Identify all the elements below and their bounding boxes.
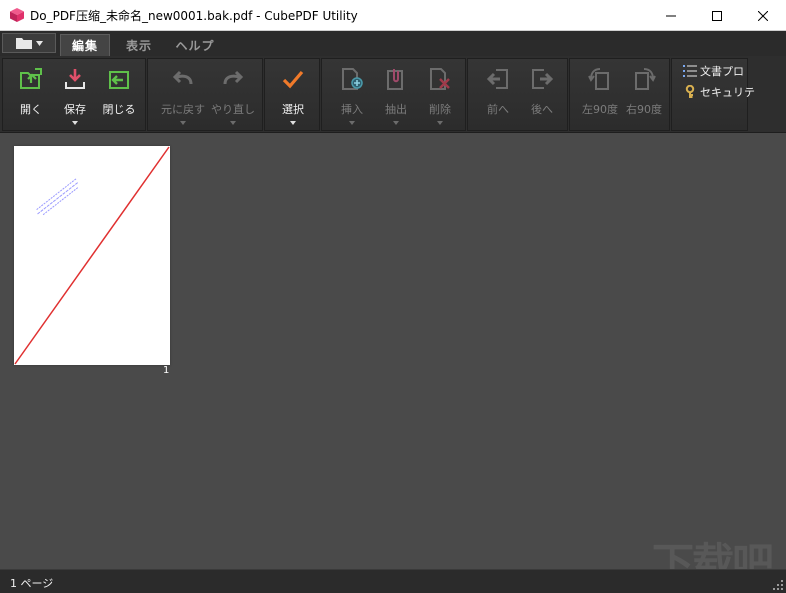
ribbon-tab-strip: 編集 表示 ヘルプ: [0, 31, 786, 56]
rotate-right-button[interactable]: 右90度: [622, 63, 666, 129]
move-group: 前へ 後へ: [467, 58, 568, 131]
close-file-label: 閉じる: [102, 103, 136, 116]
delete-label: 削除: [429, 103, 451, 116]
select-label: 選択: [282, 103, 304, 116]
redo-dropdown-arrow[interactable]: [230, 121, 236, 125]
history-group: 元に戻す やり直し: [147, 58, 263, 131]
resize-grip-icon[interactable]: [773, 580, 783, 590]
page-thumbnail-area[interactable]: 1 下载吧: [0, 134, 786, 588]
save-dropdown-arrow[interactable]: [72, 121, 78, 125]
extract-page-icon: [387, 69, 403, 90]
undo-icon: [172, 70, 193, 85]
minimize-icon: [666, 15, 676, 16]
close-button[interactable]: [740, 0, 786, 31]
rotate-left-button[interactable]: 左90度: [578, 63, 622, 129]
delete-page-icon: [430, 68, 450, 90]
extract-button[interactable]: 抽出: [374, 63, 418, 129]
file-group: 開く 保存 閉じる: [2, 58, 146, 131]
chevron-down-icon: [35, 40, 43, 46]
rotate-group: 左90度 右90度: [569, 58, 670, 131]
maximize-button[interactable]: [694, 0, 740, 31]
redo-icon: [223, 70, 244, 85]
key-icon: [685, 85, 695, 98]
minimize-button[interactable]: [648, 0, 694, 31]
rotate-right-label: 右90度: [626, 103, 662, 116]
select-button[interactable]: 選択: [271, 63, 315, 129]
undo-button[interactable]: 元に戻す: [161, 63, 205, 129]
security-label: セキュリテ: [700, 86, 755, 99]
undo-dropdown-arrow[interactable]: [180, 121, 186, 125]
file-menu-button[interactable]: [2, 33, 56, 53]
redo-label: やり直し: [211, 103, 255, 116]
thumbnail-watermark-text: [36, 178, 79, 216]
cubepdf-app-icon: [10, 8, 24, 22]
move-previous-icon: [486, 69, 508, 89]
save-icon: [65, 69, 85, 89]
page-thumbnail[interactable]: [14, 146, 170, 365]
folder-icon: [15, 38, 32, 49]
delete-dropdown-arrow[interactable]: [437, 121, 443, 125]
list-icon: [683, 65, 697, 77]
tab-help[interactable]: ヘルプ: [168, 34, 222, 56]
page-count-status: 1 ページ: [10, 577, 54, 590]
close-file-icon: [109, 71, 129, 89]
close-file-button[interactable]: 閉じる: [97, 63, 141, 129]
delete-button[interactable]: 削除: [418, 63, 462, 129]
page-number-label: 1: [163, 365, 170, 376]
tab-view[interactable]: 表示: [114, 34, 164, 56]
select-dropdown-arrow[interactable]: [290, 121, 296, 125]
window-title: Do_PDF压缩_未命名_new0001.bak.pdf - CubePDF U…: [30, 9, 358, 23]
ribbon: 開く 保存 閉じる 元に戻す やり直し 選択 挿入 抽出 削除 前へ 後へ 左9…: [0, 56, 786, 133]
open-button[interactable]: 開く: [9, 63, 53, 129]
open-icon: [20, 68, 42, 89]
rotate-left-icon: [588, 68, 609, 90]
move-next-label: 後へ: [531, 103, 553, 116]
select-group: 選択: [264, 58, 320, 131]
close-icon: [758, 10, 768, 21]
title-bar: Do_PDF压缩_未命名_new0001.bak.pdf - CubePDF U…: [0, 0, 786, 31]
tab-edit[interactable]: 編集: [60, 34, 110, 56]
extract-dropdown-arrow[interactable]: [393, 121, 399, 125]
save-button[interactable]: 保存: [53, 63, 97, 129]
insert-page-icon: [342, 68, 363, 90]
redo-button[interactable]: やり直し: [211, 63, 255, 129]
move-next-icon: [532, 69, 554, 89]
security-button[interactable]: セキュリテ: [683, 83, 755, 101]
status-bar: 1 ページ: [0, 569, 786, 593]
insert-button[interactable]: 挿入: [330, 63, 374, 129]
move-next-button[interactable]: 後へ: [520, 63, 564, 129]
insert-dropdown-arrow[interactable]: [349, 121, 355, 125]
rotate-right-icon: [635, 68, 656, 90]
checkmark-icon: [282, 70, 304, 89]
metadata-button[interactable]: 文書プロ: [683, 62, 744, 80]
page-operations-group: 挿入 抽出 削除: [321, 58, 466, 131]
move-prev-button[interactable]: 前へ: [476, 63, 520, 129]
metadata-label: 文書プロ: [700, 65, 744, 78]
undo-label: 元に戻す: [161, 103, 205, 116]
maximize-icon: [712, 10, 722, 21]
